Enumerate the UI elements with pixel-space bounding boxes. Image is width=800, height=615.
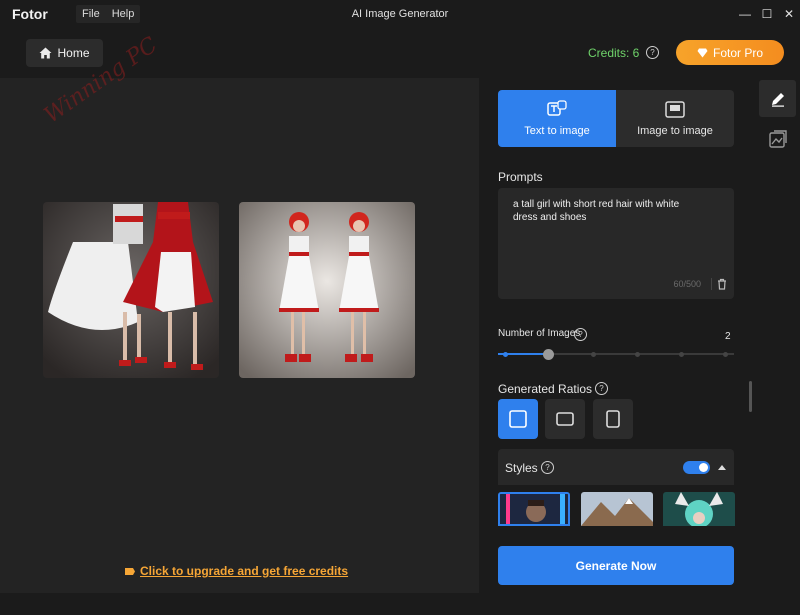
credits-help-icon[interactable]: ?	[646, 46, 659, 59]
generated-image-1[interactable]	[43, 202, 219, 378]
gallery-tool-button[interactable]	[759, 120, 796, 157]
tab-image-to-image-label: Image to image	[637, 124, 713, 137]
style-option-anime[interactable]	[663, 492, 735, 526]
bottom-bar	[0, 593, 800, 615]
menu-file[interactable]: File	[82, 8, 100, 20]
num-images-help-icon[interactable]: ?	[574, 328, 587, 341]
landscape-ratio-icon	[556, 412, 574, 426]
styles-help-icon[interactable]: ?	[541, 461, 554, 474]
tab-text-to-image-label: Text to image	[524, 125, 590, 137]
slider-step	[591, 351, 596, 357]
image-to-image-icon	[665, 100, 685, 118]
home-button[interactable]: Home	[26, 39, 103, 67]
credits-count: Credits: 6	[588, 46, 640, 60]
prompt-char-count: 60/500	[673, 279, 701, 289]
slider-handle[interactable]	[543, 348, 554, 360]
ratios-label: Generated Ratios	[498, 382, 593, 396]
image-gallery-icon	[768, 129, 787, 148]
slider-step	[503, 351, 508, 357]
upgrade-link-label: Click to upgrade and get free credits	[140, 564, 349, 578]
slider-step	[679, 351, 684, 357]
square-ratio-icon	[509, 410, 527, 428]
num-images-slider[interactable]	[498, 348, 734, 360]
coupon-icon	[125, 567, 135, 575]
text-to-image-icon	[547, 100, 567, 116]
portrait-ratio-icon	[606, 410, 620, 428]
tool-strip	[755, 78, 800, 593]
title-bar: Fotor File Help AI Image Generator — ☐ ✕	[0, 0, 800, 28]
style-option-cyberpunk[interactable]	[498, 492, 570, 526]
mode-tabs: Text to image Image to image	[498, 90, 734, 147]
diamond-icon	[697, 48, 708, 57]
menu-help[interactable]: Help	[112, 8, 135, 20]
canvas-area: Winning PC Click to upgrade and get free…	[0, 33, 479, 593]
ratio-portrait[interactable]	[593, 399, 633, 439]
generate-now-button[interactable]: Generate Now	[498, 546, 734, 585]
styles-label: Styles	[505, 461, 538, 475]
home-icon	[39, 47, 52, 59]
slider-step	[723, 351, 728, 357]
upgrade-link[interactable]: Click to upgrade and get free credits	[124, 564, 348, 578]
settings-panel: Text to image Image to image Prompts a t…	[479, 78, 755, 593]
minimize-button[interactable]: —	[734, 0, 756, 28]
home-label: Home	[57, 46, 90, 60]
trash-icon[interactable]	[716, 278, 728, 290]
styles-section-header[interactable]: Styles ?	[498, 449, 734, 485]
app-brand: Fotor	[12, 6, 48, 22]
slider-step	[635, 351, 640, 357]
prompt-input[interactable]: a tall girl with short red hair with whi…	[498, 188, 734, 299]
style-option-landscape[interactable]	[581, 492, 653, 526]
pro-label: Fotor Pro	[712, 45, 763, 60]
num-images-value: 2	[725, 331, 731, 342]
ratio-landscape[interactable]	[545, 399, 585, 439]
num-images-label: Number of Images	[498, 328, 581, 339]
panel-scrollbar[interactable]	[749, 381, 752, 412]
ratio-square[interactable]	[498, 399, 538, 439]
prompts-label: Prompts	[498, 170, 543, 184]
tab-image-to-image[interactable]: Image to image	[616, 90, 734, 147]
fotor-pro-button[interactable]: Fotor Pro	[676, 40, 784, 65]
tab-text-to-image[interactable]: Text to image	[498, 90, 616, 147]
generated-image-2[interactable]	[239, 202, 415, 378]
prompt-text[interactable]: a tall girl with short red hair with whi…	[513, 198, 683, 224]
pencil-icon	[771, 92, 784, 107]
collapse-arrow-icon[interactable]	[718, 464, 726, 470]
maximize-button[interactable]: ☐	[756, 0, 778, 28]
styles-toggle[interactable]	[683, 461, 710, 474]
prompt-divider	[711, 278, 712, 290]
ratios-help-icon[interactable]: ?	[595, 382, 608, 395]
menu-bar: File Help	[76, 5, 141, 23]
close-button[interactable]: ✕	[778, 0, 800, 28]
edit-tool-button[interactable]	[759, 80, 796, 117]
